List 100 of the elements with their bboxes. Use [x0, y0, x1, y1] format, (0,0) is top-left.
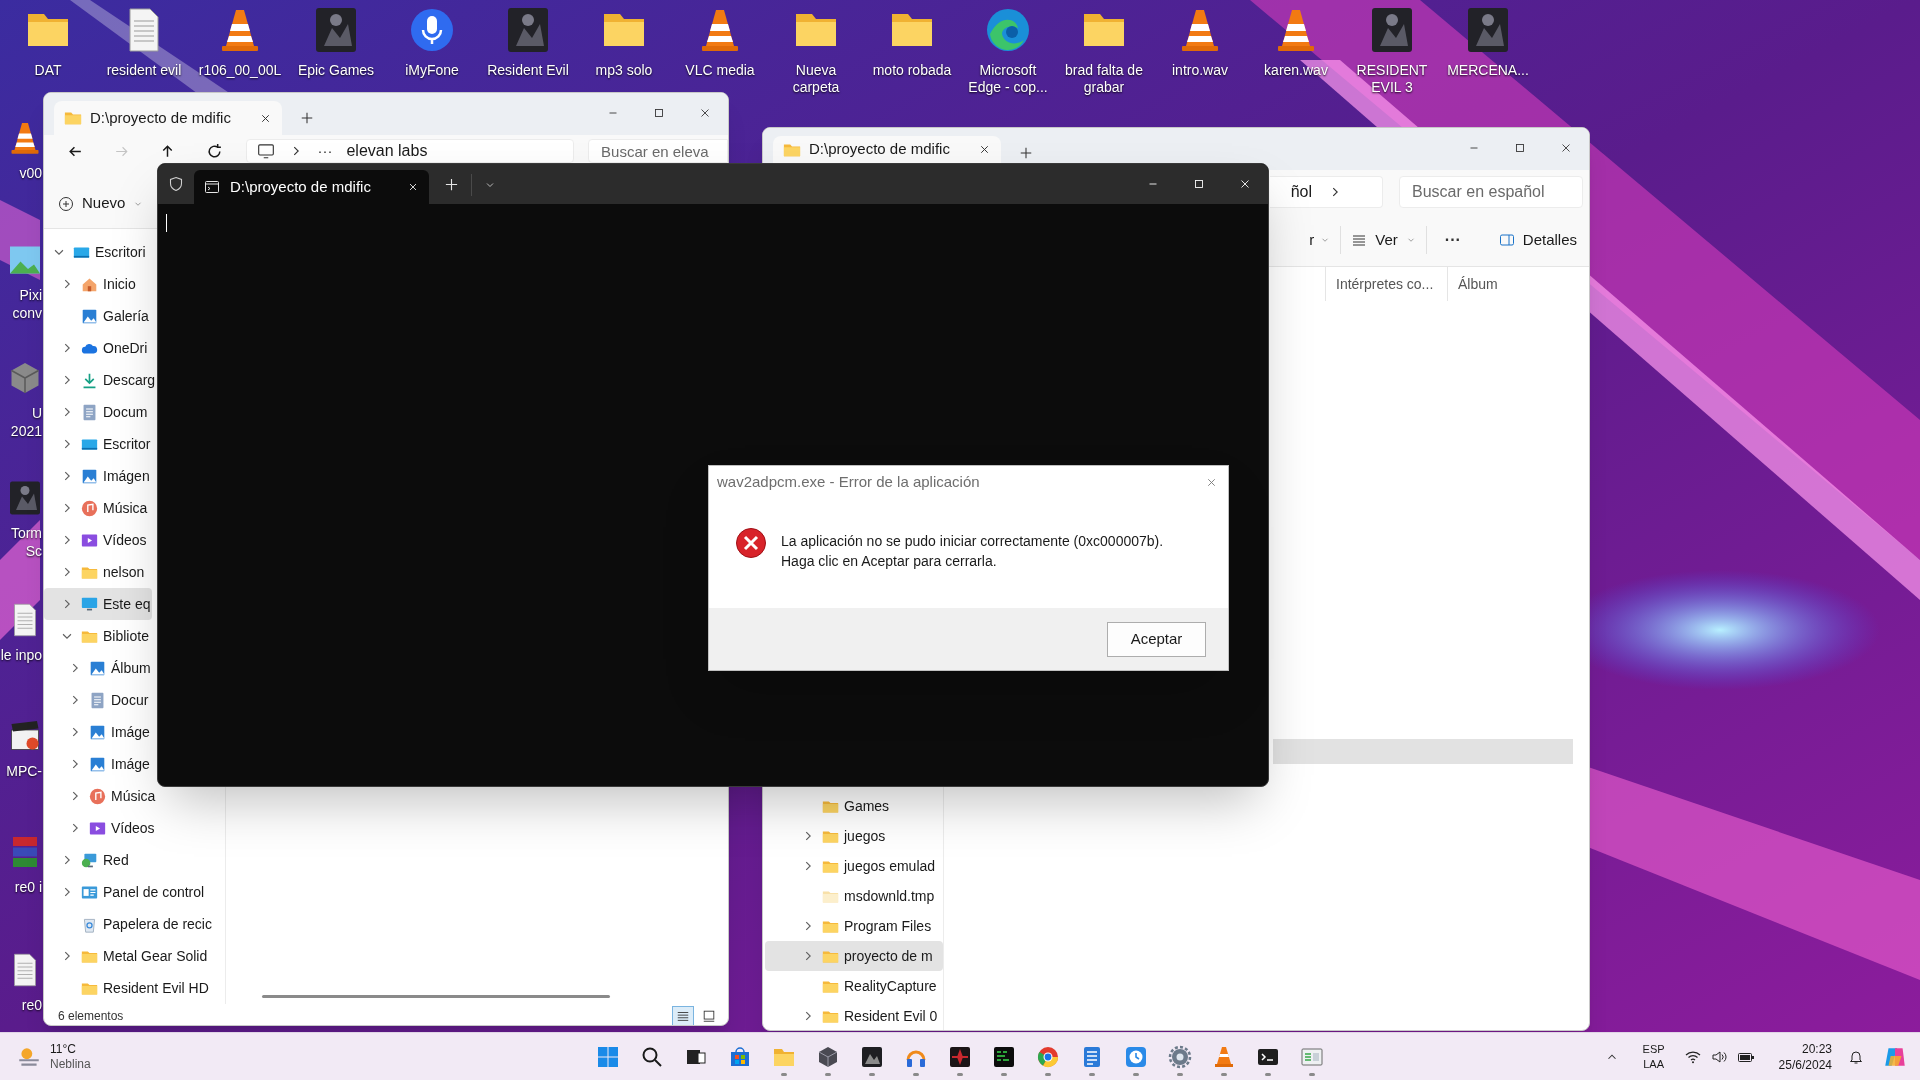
address-bar[interactable]: ··· elevan labs: [246, 139, 575, 163]
close-icon[interactable]: [407, 181, 419, 193]
tree-item[interactable]: Vídeos: [44, 812, 157, 844]
tree-item[interactable]: Red: [44, 844, 131, 876]
desktop-icon-label[interactable]: re0: [0, 996, 43, 1014]
tree-item[interactable]: Resident Evil HD: [44, 972, 211, 1004]
desktop-icon-label[interactable]: MPC-: [0, 762, 43, 780]
column-header[interactable]: Álbum: [1447, 267, 1575, 301]
music-icon: [81, 499, 98, 517]
list-icon: [676, 1009, 690, 1023]
breadcrumb[interactable]: ñol: [1290, 180, 1312, 204]
tab[interactable]: D:\proyecto de mdific: [194, 170, 429, 204]
tree-item[interactable]: Resident Evil 0: [765, 1001, 943, 1030]
overflow-menu[interactable]: ···: [317, 139, 333, 163]
app-tile-icon: [860, 1044, 884, 1069]
sort-button[interactable]: r: [1309, 228, 1331, 252]
close-icon[interactable]: [978, 143, 991, 156]
tree-item[interactable]: Imágen: [44, 460, 152, 492]
desktop-icon-label[interactable]: Resident Evil: [487, 62, 569, 79]
search-field[interactable]: Buscar en eleva: [588, 139, 728, 163]
desktop-icon-label[interactable]: le inpo: [0, 646, 43, 664]
desktop-icon-label[interactable]: Nueva carpeta: [771, 62, 861, 96]
clock[interactable]: 20:23 25/6/2024: [1778, 1041, 1832, 1073]
desktop-icon-label[interactable]: v00: [0, 164, 43, 182]
tree-item[interactable]: Música: [44, 492, 150, 524]
tree-item[interactable]: juegos emulad: [765, 851, 943, 881]
tree-item[interactable]: Metal Gear Solid: [44, 940, 210, 972]
desktop-icon-label[interactable]: iMyFone: [405, 62, 459, 79]
tree-item[interactable]: Escritor: [44, 428, 153, 460]
more-button[interactable]: ···: [1436, 228, 1469, 252]
tree-item[interactable]: nelson: [44, 556, 147, 588]
tree-item[interactable]: Papelera de recic: [44, 908, 214, 940]
error-message: La aplicación no se pudo iniciar correctamente (0xc000007b). Haga clic en Aceptar para cerrarla.: [781, 532, 1164, 571]
desktop-icon-label[interactable]: VLC media: [685, 62, 755, 79]
tab[interactable]: D:\proyecto de mdific: [54, 101, 282, 135]
tree-item[interactable]: proyecto de m: [765, 941, 943, 971]
tree-item[interactable]: OneDri: [44, 332, 150, 364]
tree-item[interactable]: Imáge: [44, 748, 152, 780]
view-button[interactable]: Ver: [1351, 228, 1416, 252]
desktop-icon-label[interactable]: RESIDENT EVIL 3: [1347, 62, 1437, 96]
temperature: 11°C: [50, 1041, 77, 1057]
desktop-icon-label[interactable]: U 2021: [0, 404, 43, 440]
tree-item[interactable]: Docur: [44, 684, 151, 716]
terminal-icon: [204, 179, 220, 195]
tree-item[interactable]: Escritori: [44, 236, 148, 268]
tree-item[interactable]: Bibliote: [44, 620, 151, 652]
tree-item[interactable]: Este eq: [44, 588, 153, 620]
desktop-icon-label[interactable]: karen.wav: [1251, 62, 1341, 79]
tree-item[interactable]: Docum: [44, 396, 150, 428]
desktop-icon-label[interactable]: brad falta de grabar: [1059, 62, 1149, 96]
swirl-icon[interactable]: [984, 6, 1032, 54]
monitor-icon[interactable]: [257, 142, 276, 160]
desktop-icon-label[interactable]: Pixi conv: [0, 286, 43, 322]
tree-item[interactable]: Vídeos: [44, 524, 149, 556]
traffic-cone-icon: [1212, 1044, 1236, 1069]
desktop-icon-label[interactable]: Microsoft Edge - cop...: [963, 62, 1053, 96]
desktop-icon-label[interactable]: re0 i: [0, 878, 43, 896]
volume-icon[interactable]: [1710, 1049, 1727, 1065]
tree-item[interactable]: msdownld.tmp: [765, 881, 943, 911]
image-icon: [81, 307, 98, 325]
tree-item[interactable]: Program Files: [765, 911, 943, 941]
desktop-icon-label[interactable]: MERCENA...: [1443, 62, 1533, 79]
column-header[interactable]: Intérpretes co...: [1325, 267, 1447, 301]
details-view-button[interactable]: [672, 1006, 694, 1025]
desktop-icon-label[interactable]: Epic Games: [297, 62, 375, 79]
address-bar[interactable]: ñol: [1270, 176, 1383, 208]
document-icon: [89, 691, 106, 709]
cube-icon: [816, 1044, 840, 1069]
search-field[interactable]: Buscar en español: [1399, 176, 1583, 208]
breadcrumb[interactable]: elevan labs: [346, 142, 428, 160]
tab[interactable]: D:\proyecto de mdific: [773, 136, 1001, 163]
new-button[interactable]: Nuevo: [58, 192, 144, 215]
desktop-icon-label[interactable]: resident evil: [106, 62, 182, 79]
scrollbar[interactable]: [262, 995, 610, 998]
input-language-button[interactable]: ESP LAA: [1638, 1042, 1669, 1072]
tree-item[interactable]: Imáge: [44, 716, 152, 748]
details-button[interactable]: Detalles: [1498, 228, 1577, 252]
document-icon: [81, 403, 98, 421]
tree-item[interactable]: juegos: [765, 821, 943, 851]
desktop-icon-label[interactable]: DAT: [34, 62, 62, 79]
tree-item[interactable]: Inicio: [44, 268, 138, 300]
chrome-icon: [1036, 1044, 1060, 1069]
tree-item[interactable]: Álbum: [44, 652, 153, 684]
shield-icon[interactable]: [168, 176, 184, 192]
tree-item[interactable]: RealityCapture: [765, 971, 943, 1001]
microphone-icon[interactable]: [408, 6, 456, 54]
desktop-icon-label[interactable]: moto robada: [867, 62, 957, 79]
accept-button[interactable]: Aceptar: [1107, 621, 1206, 657]
tree-item[interactable]: Panel de control: [44, 876, 207, 908]
network-icon: [81, 851, 98, 869]
tree-item[interactable]: Galería: [44, 300, 151, 332]
tree-item[interactable]: Games: [765, 791, 943, 821]
desktop-icon-label[interactable]: mp3 solo: [595, 62, 653, 79]
tree-item[interactable]: Descarg: [44, 364, 158, 396]
tree-item[interactable]: Música: [44, 780, 158, 812]
wifi-icon[interactable]: [1684, 1049, 1701, 1065]
desktop-icon-label[interactable]: intro.wav: [1155, 62, 1245, 79]
start-icon: [596, 1044, 620, 1069]
bell-icon[interactable]: [1848, 1049, 1864, 1065]
desktop-icon-label[interactable]: r106_00_00L: [198, 62, 282, 79]
